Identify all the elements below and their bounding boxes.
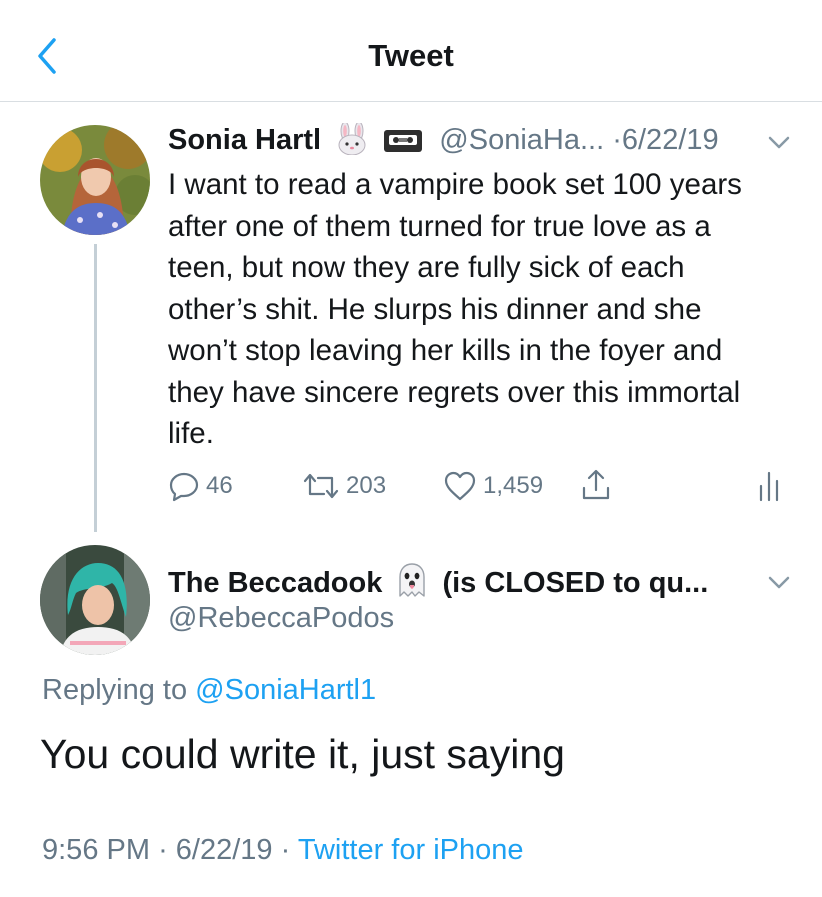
analytics-button[interactable] [757,470,781,502]
chevron-down-icon[interactable] [768,136,790,150]
reply-button[interactable]: 46 [168,470,233,502]
separator-dot: · [280,834,291,866]
ghost-icon [396,562,428,606]
retweet-button[interactable]: 203 [302,470,386,502]
header-bar: Tweet [0,0,822,102]
analytics-icon [759,471,779,502]
reply-time: 9:56 PM [42,834,150,866]
replying-to-label: Replying to [42,674,188,706]
separator-dot: · [158,834,168,866]
retweet-icon [303,473,339,499]
reply-author-line: The Beccadook (is CLOSED to qu... [168,562,708,606]
author-name[interactable]: Sonia Hartl [168,124,321,156]
chevron-down-icon[interactable] [768,576,790,590]
like-count: 1,459 [483,472,544,499]
reply-count: 46 [206,472,233,499]
rabbit-face-icon [335,121,369,164]
reply-icon [169,472,199,502]
tweet-actions: 46 203 1,459 [0,466,822,506]
videocassette-icon [383,127,423,164]
avatar-sonia-hartl[interactable] [40,125,150,235]
reply-author-suffix[interactable]: (is CLOSED to qu... [442,567,708,599]
separator-dot: · [612,124,622,156]
author-handle[interactable]: @SoniaHa... [439,124,604,156]
like-button[interactable]: 1,459 [443,470,543,502]
share-icon [582,469,610,500]
reply-text: You could write it, just saying [40,731,565,777]
replying-to-link[interactable]: @SoniaHartl1 [195,674,376,706]
tweet-text: I want to read a vampire book set 100 ye… [168,168,742,450]
page-title: Tweet [368,38,454,73]
reply-author-handle[interactable]: @RebeccaPodos [168,602,394,635]
reply-date: 6/22/19 [175,834,273,866]
retweet-count: 203 [346,472,387,499]
reply-meta: 9:56 PM · 6/22/19 · Twitter for iPhone [42,834,524,867]
avatar-rebeccapodos[interactable] [40,545,150,655]
reply-source-link[interactable]: Twitter for iPhone [298,834,524,866]
replying-to-line: Replying to @SoniaHartl1 [42,674,376,707]
heart-icon [444,471,476,501]
tweet-header: Sonia Hartl @SoniaHa... ·6/22/19 [168,121,719,164]
reply-author-name[interactable]: The Beccadook [168,567,382,599]
tweet-date[interactable]: 6/22/19 [622,124,719,156]
share-button[interactable] [580,468,612,502]
